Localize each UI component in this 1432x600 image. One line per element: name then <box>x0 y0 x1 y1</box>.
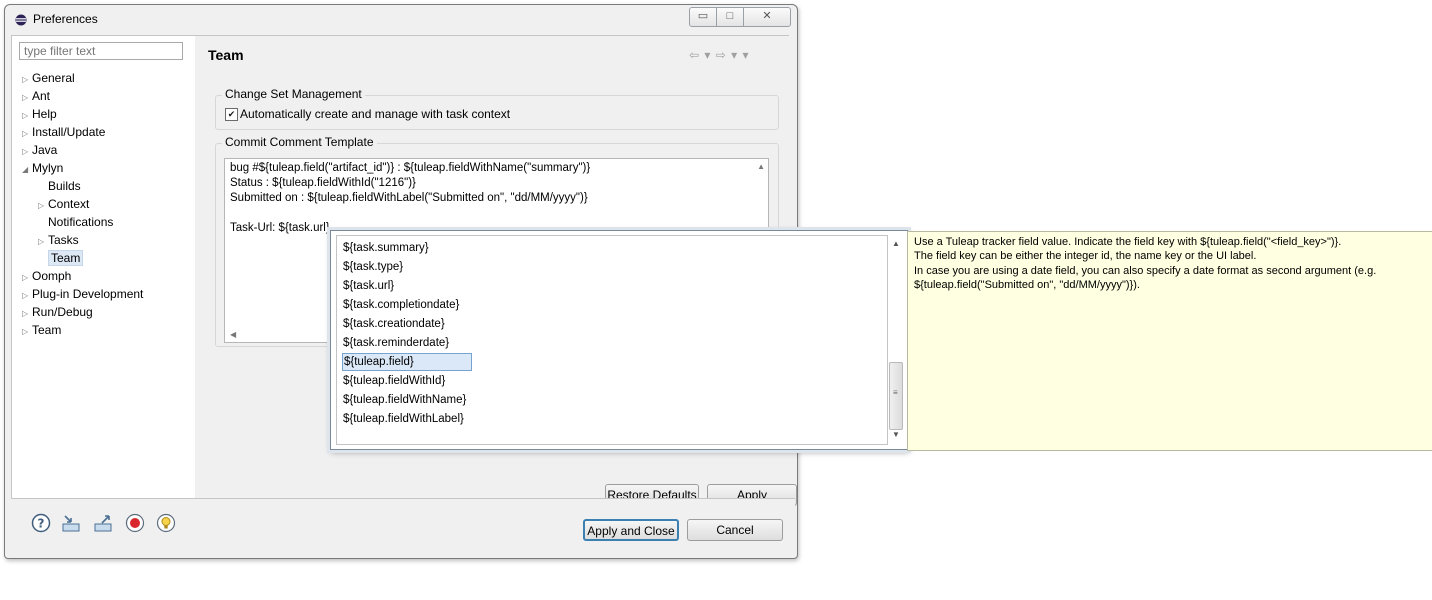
info-line: Use a Tuleap tracker field value. Indica… <box>914 236 1342 248</box>
tree-item-label: Mylyn <box>32 161 64 175</box>
minimize-button[interactable]: ▭ <box>689 7 717 27</box>
tree-item-label: Ant <box>32 89 51 103</box>
lightbulb-icon[interactable] <box>156 513 176 533</box>
tree-item-team[interactable]: ▷ Team <box>22 321 61 339</box>
scroll-left-icon[interactable]: ◀ <box>230 330 236 339</box>
assist-item[interactable]: ${tuleap.fieldWithName} <box>343 392 466 410</box>
scroll-down-icon[interactable]: ▼ <box>892 430 900 439</box>
change-set-group-label: Change Set Management <box>222 87 365 101</box>
tree-item-label: Install/Update <box>32 125 106 139</box>
info-line: In case you are using a date field, you … <box>914 265 1377 277</box>
tree-item-label: Java <box>32 143 58 157</box>
svg-text:?: ? <box>38 517 45 531</box>
tree-item-plug-in-development[interactable]: ▷ Plug-in Development <box>22 285 143 303</box>
tree-item-mylyn[interactable]: ◢ Mylyn <box>22 159 63 177</box>
tree-item-label: Context <box>48 197 90 211</box>
assist-item-selected[interactable]: ${tuleap.field} <box>342 353 472 371</box>
tree-item-notifications[interactable]: Notifications <box>38 213 113 231</box>
title-bar[interactable]: Preferences ▭ □ ✕ <box>5 5 797 33</box>
tree-item-label: Team <box>48 250 84 266</box>
tree-item-context[interactable]: ▷ Context <box>38 195 89 213</box>
tree-item-label: Builds <box>48 179 81 193</box>
content-assist-popup: ${task.summary} ${task.type} ${task.url}… <box>330 230 908 450</box>
info-line: The field key can be either the integer … <box>914 250 1257 262</box>
scroll-up-icon[interactable]: ▲ <box>892 239 900 248</box>
tree-item-label: General <box>32 71 75 85</box>
assist-item[interactable]: ${tuleap.fieldWithLabel} <box>343 411 464 429</box>
template-line: Task-Url: ${task.url} <box>230 222 330 234</box>
tree-item-general[interactable]: ▷ General <box>22 69 75 87</box>
tree-item-install-update[interactable]: ▷ Install/Update <box>22 123 105 141</box>
assist-scrollbar[interactable]: ▲ ≡ ▼ <box>888 236 904 442</box>
tree-item-label: Plug-in Development <box>32 287 144 301</box>
help-icon[interactable]: ? <box>31 513 51 533</box>
cancel-button[interactable]: Cancel <box>687 519 783 541</box>
info-line: ${tuleap.field("Submitted on", "dd/MM/yy… <box>914 279 1140 291</box>
eclipse-icon <box>15 14 27 26</box>
template-line: Status : ${tuleap.fieldWithId("1216")} <box>230 177 416 189</box>
tree-item-label: Team <box>32 323 62 337</box>
record-icon[interactable] <box>125 513 145 533</box>
expanded-arrow-icon[interactable]: ◢ <box>22 161 32 179</box>
tree-item-ant[interactable]: ▷ Ant <box>22 87 50 105</box>
maximize-button[interactable]: □ <box>716 7 744 27</box>
dialog-button-bar: ? Apply and Close Cancel <box>11 498 795 557</box>
assist-item[interactable]: ${task.reminderdate} <box>343 335 449 353</box>
tree-item-help[interactable]: ▷ Help <box>22 105 57 123</box>
window-title: Preferences <box>33 12 98 26</box>
assist-info-panel: Use a Tuleap tracker field value. Indica… <box>907 231 1432 451</box>
template-line: bug #${tuleap.field("artifact_id")} : ${… <box>230 162 591 174</box>
assist-item[interactable]: ${tuleap.fieldWithId} <box>343 373 445 391</box>
export-icon[interactable] <box>93 513 113 533</box>
grip-icon: ≡ <box>893 388 898 397</box>
tree-item-tasks[interactable]: ▷ Tasks <box>38 231 79 249</box>
content-assist-list: ${task.summary} ${task.type} ${task.url}… <box>336 235 888 445</box>
tree-item-java[interactable]: ▷ Java <box>22 141 57 159</box>
scroll-thumb[interactable]: ≡ <box>889 362 903 430</box>
tree-item-label: Notifications <box>48 215 114 229</box>
apply-and-close-button[interactable]: Apply and Close <box>583 519 679 541</box>
tree-item-label: Run/Debug <box>32 305 93 319</box>
assist-item[interactable]: ${task.completiondate} <box>343 297 459 315</box>
tree-item-label: Help <box>32 107 57 121</box>
tree-item-oomph[interactable]: ▷ Oomph <box>22 267 71 285</box>
auto-context-checkbox[interactable]: ✔ <box>225 108 238 121</box>
tree-item-run-debug[interactable]: ▷ Run/Debug <box>22 303 93 321</box>
close-button[interactable]: ✕ <box>743 7 791 27</box>
page-navigation[interactable]: ⇦ ▾ ⇨ ▾ ▾ <box>689 48 750 62</box>
assist-item[interactable]: ${task.creationdate} <box>343 316 445 334</box>
template-line: Submitted on : ${tuleap.fieldWithLabel("… <box>230 192 588 204</box>
scroll-up-icon[interactable]: ▲ <box>757 162 765 171</box>
change-set-group: Change Set Management ✔ Automatically cr… <box>215 87 779 130</box>
filter-input[interactable] <box>19 42 183 60</box>
preference-tree-pane: ▷General▷Ant▷Help▷Install/Update▷Java◢My… <box>11 35 196 499</box>
page-title: Team <box>208 47 244 63</box>
assist-item[interactable]: ${task.url} <box>343 278 394 296</box>
commit-template-label: Commit Comment Template <box>222 135 377 149</box>
tree-item-label: Oomph <box>32 269 72 283</box>
tree-item-team[interactable]: Team <box>38 249 84 267</box>
assist-item[interactable]: ${task.type} <box>343 259 403 277</box>
tree-item-label: Tasks <box>48 233 79 247</box>
assist-item[interactable]: ${task.summary} <box>343 240 429 258</box>
tree-item-builds[interactable]: Builds <box>38 177 81 195</box>
import-icon[interactable] <box>61 513 81 533</box>
collapsed-arrow-icon[interactable]: ▷ <box>22 323 32 341</box>
auto-context-label[interactable]: Automatically create and manage with tas… <box>240 107 510 121</box>
